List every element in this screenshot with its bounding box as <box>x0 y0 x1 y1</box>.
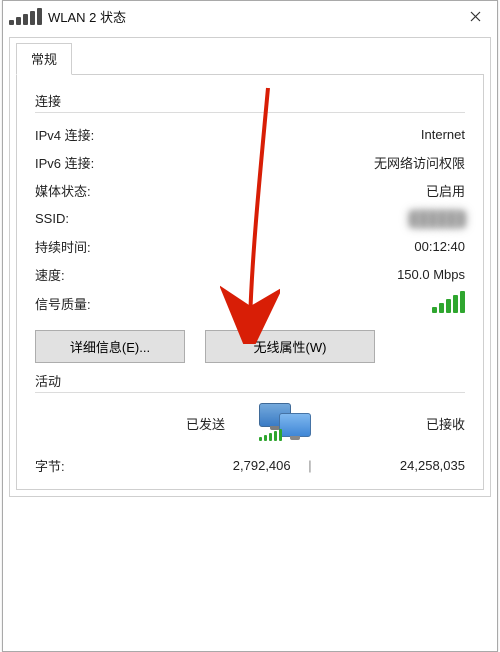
connection-heading: 连接 <box>35 91 465 110</box>
close-button[interactable] <box>453 1 497 31</box>
media-state-label: 媒体状态: <box>35 181 185 200</box>
tab-page-general: 连接 IPv4 连接: Internet IPv6 连接: 无网络访问权限 媒体… <box>16 74 484 490</box>
signal-bars-icon <box>432 291 465 313</box>
close-icon <box>470 11 481 22</box>
activity-sent-label: 已发送 <box>105 414 225 433</box>
titlebar: WLAN 2 状态 <box>3 1 497 31</box>
bytes-label: 字节: <box>35 456 155 475</box>
wireless-properties-button[interactable]: 无线属性(W) <box>205 330 375 363</box>
activity-received-label: 已接收 <box>345 414 465 433</box>
signal-quality-value <box>185 291 465 316</box>
window-title: WLAN 2 状态 <box>48 7 453 26</box>
bytes-separator: | <box>291 458 330 473</box>
ipv6-value: 无网络访问权限 <box>185 153 465 172</box>
duration-value: 00:12:40 <box>185 239 465 254</box>
ipv4-label: IPv4 连接: <box>35 125 185 144</box>
content-frame: 常规 连接 IPv4 连接: Internet IPv6 连接: 无网络访问权限… <box>9 37 491 497</box>
duration-label: 持续时间: <box>35 237 185 256</box>
divider <box>35 392 465 393</box>
tab-general[interactable]: 常规 <box>16 43 72 75</box>
bytes-sent-value: 2,792,406 <box>155 458 291 473</box>
wifi-icon <box>9 8 42 25</box>
ssid-label: SSID: <box>35 211 185 226</box>
ssid-value: ██████ <box>185 211 465 226</box>
speed-value: 150.0 Mbps <box>185 267 465 282</box>
details-button[interactable]: 详细信息(E)... <box>35 330 185 363</box>
speed-label: 速度: <box>35 265 185 284</box>
activity-heading: 活动 <box>35 371 465 390</box>
dialog-window: WLAN 2 状态 常规 连接 IPv4 连接: Internet IPv6 连… <box>2 0 498 652</box>
bytes-row: 字节: 2,792,406 | 24,258,035 <box>35 456 465 475</box>
ipv6-label: IPv6 连接: <box>35 153 185 172</box>
network-activity-icon <box>255 403 315 441</box>
activity-columns: 已发送 已接收 <box>35 403 465 444</box>
signal-quality-label: 信号质量: <box>35 294 185 313</box>
button-row: 详细信息(E)... 无线属性(W) <box>35 330 465 363</box>
bytes-received-value: 24,258,035 <box>329 458 465 473</box>
media-state-value: 已启用 <box>185 181 465 200</box>
tabstrip: 常规 <box>16 37 490 75</box>
ipv4-value: Internet <box>185 127 465 142</box>
divider <box>35 112 465 113</box>
